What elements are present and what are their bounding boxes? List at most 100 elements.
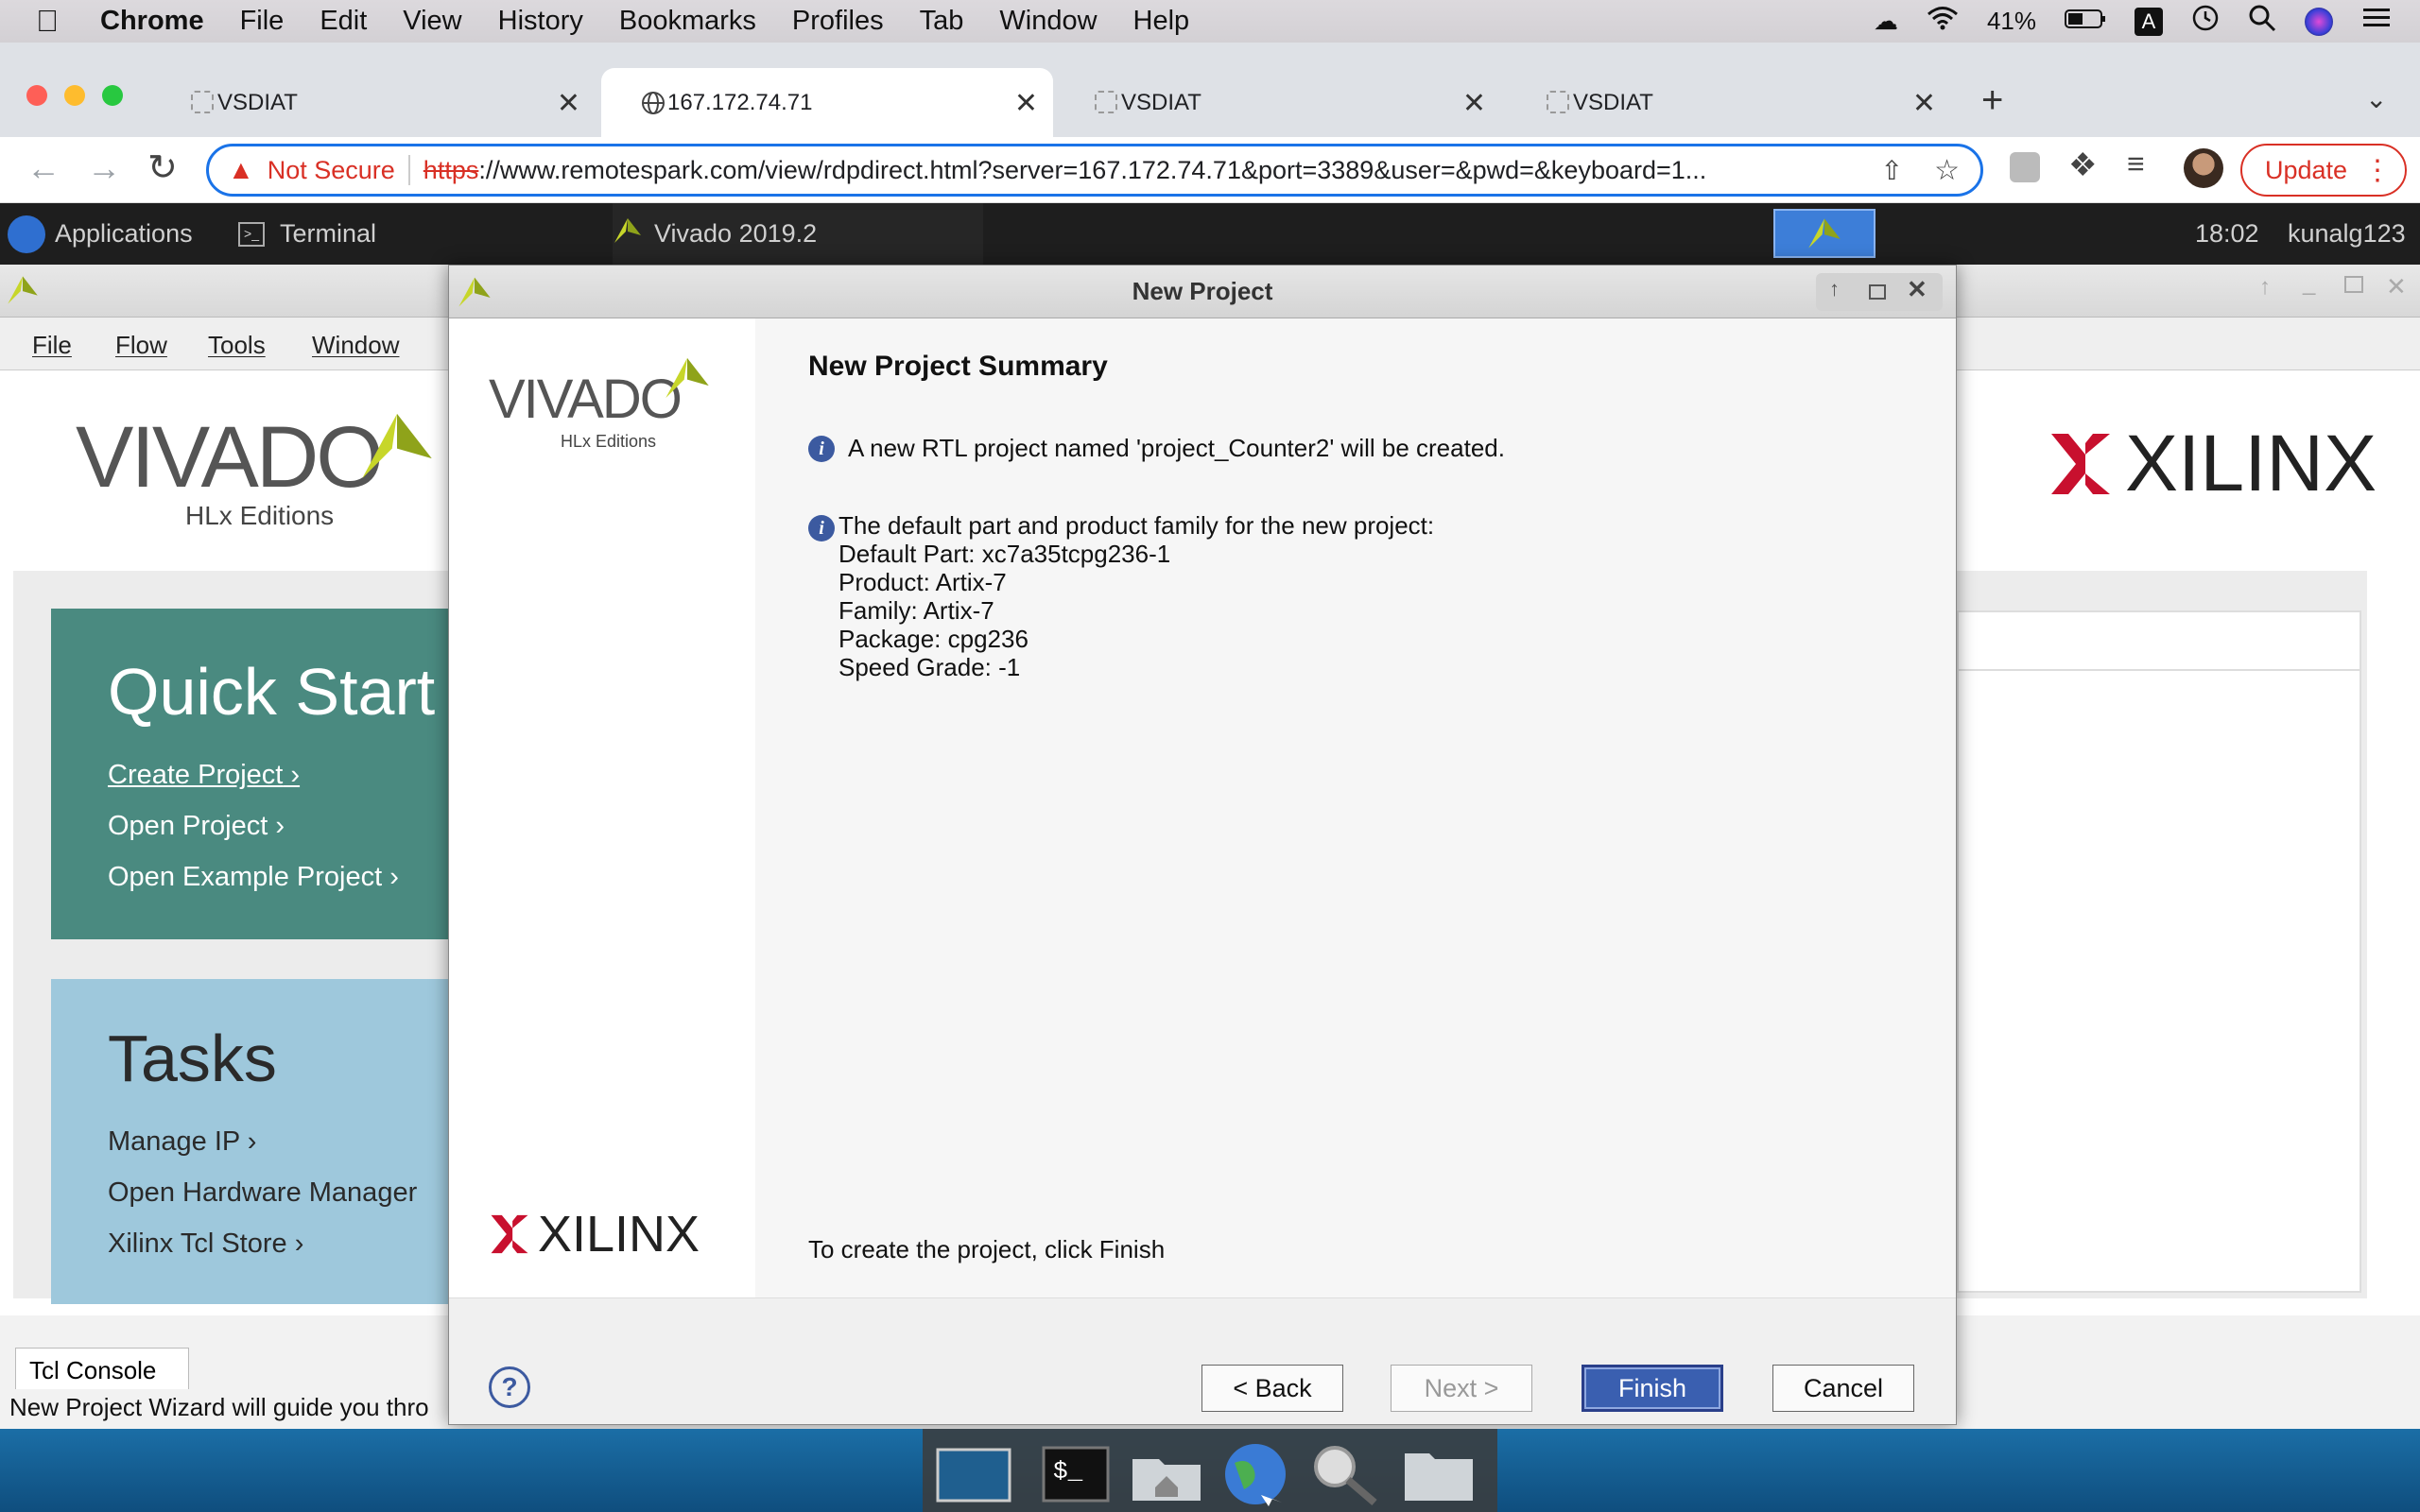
xilinx-logo-text: XILINX	[2125, 419, 2377, 507]
battery-icon[interactable]	[2065, 7, 2106, 36]
window-up-icon[interactable]: ↑	[2259, 274, 2271, 301]
tcl-console-tab[interactable]: Tcl Console	[15, 1348, 189, 1389]
web-browser-icon[interactable]	[1216, 1440, 1295, 1506]
open-hardware-manager-link[interactable]: Open Hardware Manager	[108, 1177, 417, 1209]
browser-tab-1[interactable]: VSDIAT ✕	[151, 68, 596, 137]
terminal-icon: >_	[238, 221, 265, 247]
vivado-logo-icon	[362, 413, 432, 479]
next-button[interactable]: Next >	[1391, 1365, 1532, 1412]
dialog-up-icon[interactable]: ↑	[1829, 277, 1840, 301]
url-text: ://www.remotespark.com/view/rdpdirect.ht…	[478, 155, 1707, 184]
more-menu-icon[interactable]: ⋮	[2363, 154, 2392, 187]
vivado-menu-tools[interactable]: Tools	[208, 331, 266, 360]
dialog-close-icon[interactable]: ✕	[1907, 275, 1927, 304]
dialog-title-bar: New Project ↑ ✕	[449, 266, 1956, 318]
back-button[interactable]: < Back	[1201, 1365, 1343, 1412]
menu-file[interactable]: File	[240, 6, 285, 37]
files-folder-icon[interactable]	[1399, 1440, 1478, 1506]
mac-menu-bar:  Chrome File Edit View History Bookmark…	[0, 0, 2420, 43]
dialog-maximize-icon[interactable]	[1869, 284, 1886, 300]
applications-menu[interactable]: Applications	[8, 203, 193, 265]
menu-profiles[interactable]: Profiles	[792, 6, 884, 37]
window-close-icon[interactable]: ✕	[2386, 272, 2407, 301]
address-bar[interactable]: ▲ Not Secure https ://www.remotespark.co…	[206, 144, 1983, 197]
vivado-logo-subtitle: HLx Editions	[185, 501, 335, 530]
app-menu-chrome[interactable]: Chrome	[100, 6, 204, 37]
window-restore-icon[interactable]	[2344, 276, 2363, 293]
terminal-dock-icon[interactable]: $_	[1036, 1440, 1115, 1506]
control-center-icon[interactable]	[2361, 6, 2392, 37]
menu-window[interactable]: Window	[999, 6, 1097, 37]
extension-icon[interactable]	[2010, 152, 2040, 182]
dialog-vivado-logo-subtitle: HLx Editions	[561, 432, 657, 451]
finish-button[interactable]: Finish	[1582, 1365, 1723, 1412]
tab-title: VSDIAT	[1573, 89, 1653, 115]
open-project-link[interactable]: Open Project ›	[108, 811, 285, 842]
share-icon[interactable]: ⇧	[1881, 155, 1903, 186]
product-line: Product: Artix-7	[838, 568, 1007, 596]
not-secure-label[interactable]: Not Secure	[268, 156, 395, 185]
open-example-project-link[interactable]: Open Example Project ›	[108, 862, 399, 893]
cloud-icon[interactable]: ☁	[1874, 7, 1898, 36]
default-part-line: Default Part: xc7a35tcpg236-1	[838, 540, 1171, 568]
tab-close-icon[interactable]: ✕	[557, 87, 580, 120]
search-dock-icon[interactable]	[1305, 1440, 1384, 1506]
back-arrow-icon[interactable]: ←	[26, 148, 60, 188]
apple-icon[interactable]: 	[36, 4, 59, 39]
menu-help[interactable]: Help	[1133, 6, 1190, 37]
help-icon[interactable]: ?	[489, 1366, 530, 1408]
menu-view[interactable]: View	[403, 6, 461, 37]
clock-icon[interactable]	[2191, 4, 2220, 39]
window-minimize-icon[interactable]: _	[2303, 270, 2315, 297]
wifi-icon[interactable]	[1927, 6, 1959, 37]
new-tab-plus-icon[interactable]: +	[1981, 79, 2003, 122]
extensions-puzzle-icon[interactable]: ❖	[2068, 146, 2097, 184]
create-project-link[interactable]: Create Project ›	[108, 760, 300, 791]
window-minimize-button[interactable]	[64, 85, 85, 106]
taskbar-terminal[interactable]: >_ Terminal	[238, 203, 597, 265]
forward-arrow-icon[interactable]: →	[87, 148, 121, 188]
tab-search-chevron-icon[interactable]: ⌄	[2365, 83, 2387, 114]
menu-tab[interactable]: Tab	[920, 6, 964, 37]
panel-clock[interactable]: 18:02	[2195, 203, 2259, 265]
warning-triangle-icon[interactable]: ▲	[228, 155, 254, 185]
new-project-dialog: New Project ↑ ✕ VIVADO HLx Editions XILI…	[448, 265, 1957, 1425]
dialog-side-panel: VIVADO HLx Editions XILINX	[449, 318, 755, 1297]
taskbar-vivado[interactable]: Vivado 2019.2	[613, 203, 983, 265]
menu-history[interactable]: History	[498, 6, 583, 37]
browser-tab-3[interactable]: VSDIAT ✕	[1055, 68, 1501, 137]
url-scheme: https	[423, 155, 479, 184]
profile-avatar[interactable]	[2184, 148, 2223, 188]
page-favicon-icon	[1547, 91, 1569, 113]
recent-projects-panel	[1957, 610, 2361, 1293]
input-source-icon[interactable]: A	[2135, 7, 2163, 36]
tab-close-icon[interactable]: ✕	[1462, 87, 1486, 120]
svg-text:$_: $_	[1053, 1457, 1083, 1486]
xilinx-tcl-store-link[interactable]: Xilinx Tcl Store ›	[108, 1228, 303, 1260]
cancel-button[interactable]: Cancel	[1772, 1365, 1914, 1412]
manage-ip-link[interactable]: Manage IP ›	[108, 1126, 256, 1158]
browser-tab-2-active[interactable]: 167.172.74.71 ✕	[601, 68, 1053, 137]
bookmark-star-icon[interactable]: ☆	[1934, 154, 1960, 187]
window-zoom-button[interactable]	[102, 85, 123, 106]
browser-tab-4[interactable]: VSDIAT ✕	[1507, 68, 1951, 137]
menu-bookmarks[interactable]: Bookmarks	[619, 6, 756, 37]
chrome-update-button[interactable]: Update ⋮	[2240, 144, 2407, 197]
vivado-menu-flow[interactable]: Flow	[115, 331, 167, 360]
battery-percent: 41%	[1986, 7, 2036, 35]
tab-close-icon[interactable]: ✕	[1014, 87, 1038, 120]
vivado-menu-window[interactable]: Window	[312, 331, 399, 360]
show-desktop-icon[interactable]	[934, 1440, 1013, 1506]
reading-list-icon[interactable]: ≡	[2127, 146, 2145, 181]
spotlight-search-icon[interactable]	[2248, 4, 2276, 39]
tab-close-icon[interactable]: ✕	[1912, 87, 1936, 120]
home-folder-icon[interactable]	[1127, 1440, 1206, 1506]
window-close-button[interactable]	[26, 85, 47, 106]
reload-icon[interactable]: ↻	[147, 146, 178, 189]
workspace-switcher[interactable]	[1773, 209, 1876, 258]
page-favicon-icon	[1095, 91, 1117, 113]
siri-icon[interactable]	[2305, 7, 2333, 36]
vivado-menu-file[interactable]: File	[32, 331, 72, 360]
panel-username[interactable]: kunalg123	[2288, 203, 2406, 265]
menu-edit[interactable]: Edit	[320, 6, 367, 37]
